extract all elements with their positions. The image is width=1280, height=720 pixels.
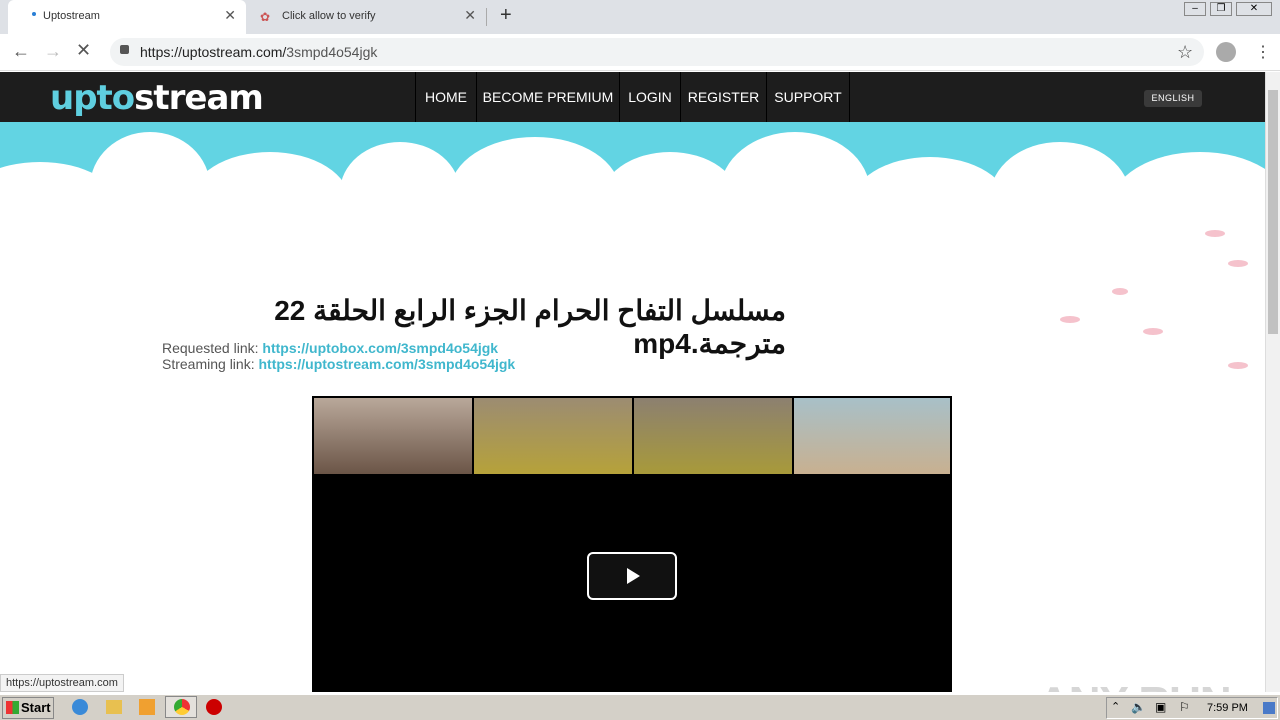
preview-thumbnail	[634, 398, 792, 474]
tab-strip: Uptostream ✕ ✿ Click allow to verify ✕ +…	[0, 0, 1280, 34]
requested-link-row: Requested link: https://uptobox.com/3smp…	[162, 340, 498, 356]
preview-thumbnail	[794, 398, 950, 474]
close-tab-icon[interactable]: ✕	[464, 7, 476, 24]
streaming-link-label: Streaming link:	[162, 356, 255, 372]
video-player[interactable]	[312, 396, 952, 692]
explorer-icon[interactable]	[106, 700, 122, 714]
flag-icon[interactable]: ⚐	[1179, 700, 1190, 714]
preview-thumbnail	[314, 398, 472, 474]
start-button[interactable]: Start	[2, 697, 54, 719]
puzzle-icon: ✿	[260, 10, 271, 24]
menu-icon[interactable]: ⋮	[1255, 42, 1271, 62]
nav-register[interactable]: REGISTER	[680, 72, 767, 122]
nav-home[interactable]: HOME	[415, 72, 477, 122]
network-icon[interactable]: ▣	[1155, 700, 1166, 714]
streaming-link[interactable]: https://uptostream.com/3smpd4o54jgk	[258, 356, 515, 372]
preview-thumbnail	[474, 398, 632, 474]
tab-uptostream[interactable]: Uptostream ✕	[8, 0, 246, 34]
language-selector[interactable]: ENGLISH	[1144, 90, 1202, 107]
close-tab-icon[interactable]: ✕	[224, 7, 236, 24]
anyrun-watermark: ANY RUN	[1038, 678, 1232, 692]
tab-divider	[486, 8, 487, 26]
scrollbar-thumb[interactable]	[1268, 90, 1278, 334]
loading-icon	[32, 12, 36, 16]
ie-icon[interactable]	[72, 699, 88, 715]
url-host: https://uptostream.com/	[140, 44, 287, 60]
site-logo[interactable]: uptostream	[50, 78, 264, 118]
nav-become-premium[interactable]: BECOME PREMIUM	[476, 72, 620, 122]
star-icon[interactable]: ☆	[1177, 42, 1193, 63]
chrome-icon	[174, 699, 190, 715]
opera-icon[interactable]	[206, 699, 222, 715]
clock[interactable]: 7:59 PM	[1207, 702, 1248, 714]
new-tab-icon[interactable]: +	[500, 4, 512, 27]
status-bubble: https://uptostream.com	[0, 674, 124, 692]
nav-login[interactable]: LOGIN	[619, 72, 681, 122]
back-icon[interactable]: ←	[12, 41, 30, 62]
site-navbar: uptostream HOME BECOME PREMIUM LOGIN REG…	[0, 72, 1265, 122]
show-hidden-icon[interactable]: ⌃	[1111, 700, 1120, 713]
cloud-banner	[0, 122, 1265, 262]
url-text[interactable]: https://uptostream.com/3smpd4o54jgk	[140, 44, 377, 60]
play-icon	[627, 568, 640, 584]
minimize-icon[interactable]: –	[1184, 2, 1206, 16]
tab-click-allow[interactable]: ✿ Click allow to verify ✕	[250, 0, 486, 34]
restore-icon[interactable]: ❐	[1210, 2, 1232, 16]
stop-icon[interactable]: ✕	[76, 40, 91, 61]
chrome-taskbar-button[interactable]	[165, 696, 197, 718]
requested-link[interactable]: https://uptobox.com/3smpd4o54jgk	[262, 340, 498, 356]
web-page: uptostream HOME BECOME PREMIUM LOGIN REG…	[0, 72, 1265, 692]
lock-icon	[120, 45, 129, 54]
close-window-icon[interactable]: ✕	[1236, 2, 1272, 16]
forward-icon[interactable]: →	[44, 41, 62, 62]
profile-icon[interactable]	[1216, 42, 1236, 62]
start-label: Start	[21, 700, 51, 715]
nav-support[interactable]: SUPPORT	[766, 72, 850, 122]
system-tray: ⌃ 🔈 ▣ ⚐ 7:59 PM	[1106, 697, 1278, 719]
streaming-link-row: Streaming link: https://uptostream.com/3…	[162, 356, 515, 372]
show-desktop-icon[interactable]	[1263, 702, 1275, 714]
requested-link-label: Requested link:	[162, 340, 259, 356]
windows-logo-icon	[6, 701, 19, 714]
tab-label: Uptostream	[43, 10, 100, 22]
taskbar: Start ⌃ 🔈 ▣ ⚐ 7:59 PM	[0, 694, 1280, 720]
media-player-icon[interactable]	[139, 699, 155, 715]
volume-icon[interactable]: 🔈	[1131, 700, 1146, 714]
url-path: 3smpd4o54jgk	[286, 44, 378, 60]
tab-label: Click allow to verify	[282, 10, 376, 22]
play-button[interactable]	[587, 552, 677, 600]
page-scrollbar[interactable]	[1265, 72, 1280, 692]
